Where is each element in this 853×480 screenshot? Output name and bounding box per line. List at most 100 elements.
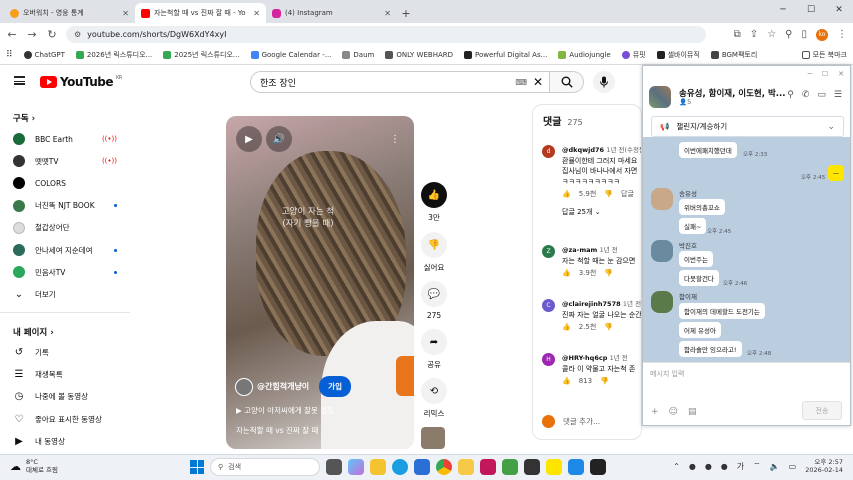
- comment-reply-button[interactable]: 답글: [621, 189, 634, 200]
- subscription-item[interactable]: 철갑상어단: [0, 217, 130, 239]
- minimize-icon[interactable]: ─: [769, 0, 797, 20]
- store-icon[interactable]: [414, 459, 430, 475]
- app-icon[interactable]: [524, 459, 540, 475]
- my-message-bubble[interactable]: ㅡ: [828, 165, 844, 181]
- taskbar-search[interactable]: ⚲ 검색: [210, 458, 320, 476]
- sidebar-item-playlists[interactable]: ☰ 재생목록: [0, 364, 130, 386]
- share-page-icon[interactable]: ⇪: [750, 29, 758, 40]
- subscription-item[interactable]: 뗏뗏TV ((•)): [0, 150, 130, 172]
- clear-search-icon[interactable]: ✕: [533, 75, 543, 89]
- reload-icon[interactable]: ↻: [46, 28, 58, 41]
- tab-close-icon[interactable]: ✕: [384, 9, 391, 18]
- channel-avatar[interactable]: [235, 377, 253, 396]
- comment-author[interactable]: @clairejinh7578 1년 전: [562, 299, 641, 310]
- message-bubble[interactable]: 위버의총꼬쇼: [679, 199, 725, 215]
- task-view-icon[interactable]: [326, 459, 342, 475]
- subscription-item[interactable]: 너진똑 NJT BOOK: [0, 195, 130, 217]
- menu-icon[interactable]: ☰: [834, 90, 842, 100]
- tab-overwatch[interactable]: 오버워치 - 영웅 통계 ✕: [4, 3, 135, 23]
- emoji-icon[interactable]: ☺: [669, 407, 678, 417]
- app-icon[interactable]: [502, 459, 518, 475]
- message-bubble[interactable]: 함이재의 데메할드 도전기는: [679, 303, 765, 319]
- edge-icon[interactable]: [392, 459, 408, 475]
- bookmark-item[interactable]: Powerful Digital As...: [464, 51, 547, 59]
- chevron-down-icon[interactable]: ⌄: [827, 122, 835, 132]
- commenter-avatar[interactable]: Z: [542, 245, 555, 258]
- send-button[interactable]: 전송: [802, 401, 842, 420]
- comment-like-icon[interactable]: 👍: [562, 376, 571, 387]
- mypage-heading[interactable]: 내 페이지 ›: [0, 319, 130, 342]
- comment-like-icon[interactable]: 👍: [562, 189, 571, 200]
- like-button[interactable]: 👍 3만: [420, 182, 448, 223]
- message-bubble[interactable]: 어제 유성아: [679, 322, 721, 338]
- share-button[interactable]: ➦ 공유: [420, 329, 448, 370]
- sidebar-item-watch-later[interactable]: ◷ 나중에 볼 동영상: [0, 386, 130, 408]
- bookmark-item[interactable]: Audiojungle: [558, 51, 611, 59]
- battery-icon[interactable]: ▭: [789, 462, 797, 471]
- voice-search-button[interactable]: [593, 71, 615, 93]
- sidebar-item-liked[interactable]: ♡ 좋아요 표시한 동영상: [0, 408, 130, 430]
- sender-avatar[interactable]: [651, 188, 673, 210]
- message-bubble[interactable]: 함라솔만 잉으라고!: [679, 341, 742, 357]
- sender-avatar[interactable]: [651, 240, 673, 262]
- url-field[interactable]: ⚙ youtube.com/shorts/DgW6XdY4xyI: [66, 26, 706, 43]
- tray-app-icon[interactable]: ●: [705, 462, 712, 471]
- site-info-icon[interactable]: ⚙: [74, 30, 81, 39]
- shorts-video-player[interactable]: ▶ 🔊 ⋮ 고양이 자는 척 (자기 빵을 때) @간힘적개냥이 가입 ▶ 고양…: [226, 116, 414, 449]
- bookmark-item[interactable]: 셀바이뮤직: [656, 50, 700, 60]
- chevron-up-icon[interactable]: ⌃: [673, 462, 680, 471]
- comment-author[interactable]: @za-mam 1년 전: [562, 245, 641, 256]
- sender-avatar[interactable]: [651, 291, 673, 313]
- app-icon[interactable]: [590, 459, 606, 475]
- extensions-icon[interactable]: ⚲: [785, 29, 792, 40]
- tab-close-icon[interactable]: ✕: [122, 9, 129, 18]
- copilot-icon[interactable]: [348, 459, 364, 475]
- remix-button[interactable]: ⟲ 리믹스: [420, 378, 448, 419]
- message-bubble[interactable]: 이번주는: [679, 251, 713, 267]
- volume-icon[interactable]: 🔈: [770, 462, 780, 471]
- sidebar-item-history[interactable]: ↺ 기록: [0, 342, 130, 364]
- view-replies-button[interactable]: 답글 25개 ⌄: [556, 204, 641, 221]
- input-language[interactable]: 가: [737, 461, 744, 472]
- sound-thumbnail[interactable]: [421, 427, 445, 449]
- clock[interactable]: 오후 2:57 2026-02-14: [805, 458, 843, 474]
- all-bookmarks[interactable]: 모든 북마크: [801, 50, 847, 60]
- message-bubble[interactable]: 실패~: [679, 218, 707, 234]
- subscription-item[interactable]: BBC Earth ((•)): [0, 128, 130, 150]
- wifi-icon[interactable]: ⌔: [753, 461, 761, 471]
- comment-like-icon[interactable]: 👍: [562, 268, 571, 279]
- keyboard-icon[interactable]: ⌨: [515, 78, 527, 87]
- minimize-icon[interactable]: ─: [808, 70, 812, 78]
- more-options-icon[interactable]: ⋮: [382, 126, 408, 152]
- phone-icon[interactable]: ✆: [802, 90, 810, 100]
- bookmark-item[interactable]: 뮤핏: [621, 50, 646, 60]
- search-icon[interactable]: ⚲: [787, 90, 794, 100]
- windows-start-icon[interactable]: [190, 460, 204, 474]
- commenter-avatar[interactable]: C: [542, 299, 555, 312]
- bookmark-star-icon[interactable]: ☆: [767, 29, 776, 40]
- cast-icon[interactable]: ⧉: [734, 29, 741, 40]
- subscription-item[interactable]: COLORS: [0, 172, 130, 194]
- subscription-item[interactable]: 안나세여 지순데여: [0, 239, 130, 261]
- show-more-button[interactable]: ⌄ 더보기: [0, 283, 130, 305]
- bookmark-item[interactable]: 2025년 릭스튜디오...: [163, 50, 240, 60]
- message-bubble[interactable]: 다못할건다: [679, 270, 719, 286]
- notice-banner[interactable]: 📢 챌린지/계승하기 ⌄: [651, 116, 844, 137]
- message-bubble[interactable]: 이번에패치했던데: [679, 142, 737, 158]
- maximize-icon[interactable]: ☐: [797, 0, 825, 20]
- bookmark-item[interactable]: 2026년 릭스튜디오...: [75, 50, 152, 60]
- tab-instagram[interactable]: (4) Instagram ✕: [266, 3, 397, 23]
- browser-menu-icon[interactable]: ⋮: [837, 29, 847, 40]
- video-title[interactable]: 자는척할 때 vs 진짜 잘 때: [236, 425, 318, 436]
- tab-close-icon[interactable]: ✕: [253, 9, 260, 18]
- profile-avatar[interactable]: ko: [816, 28, 828, 41]
- sidebar-item-my-videos[interactable]: ▶ 내 동영상: [0, 430, 130, 452]
- back-icon[interactable]: ←: [6, 28, 18, 41]
- search-input[interactable]: 한조 장인 ⌨ ✕: [250, 71, 550, 93]
- tab-youtube[interactable]: 자는척할 때 vs 진짜 잘 때 - Yo ✕: [135, 3, 266, 23]
- apps-grid-icon[interactable]: ⠿: [6, 50, 13, 60]
- chrome-icon[interactable]: [436, 459, 452, 475]
- weather-widget[interactable]: ☁ 8°C 대체로 흐림: [10, 458, 58, 474]
- channel-name[interactable]: @간힘적개냥이: [257, 381, 309, 392]
- dislike-button[interactable]: 👎 싫어요: [420, 232, 448, 273]
